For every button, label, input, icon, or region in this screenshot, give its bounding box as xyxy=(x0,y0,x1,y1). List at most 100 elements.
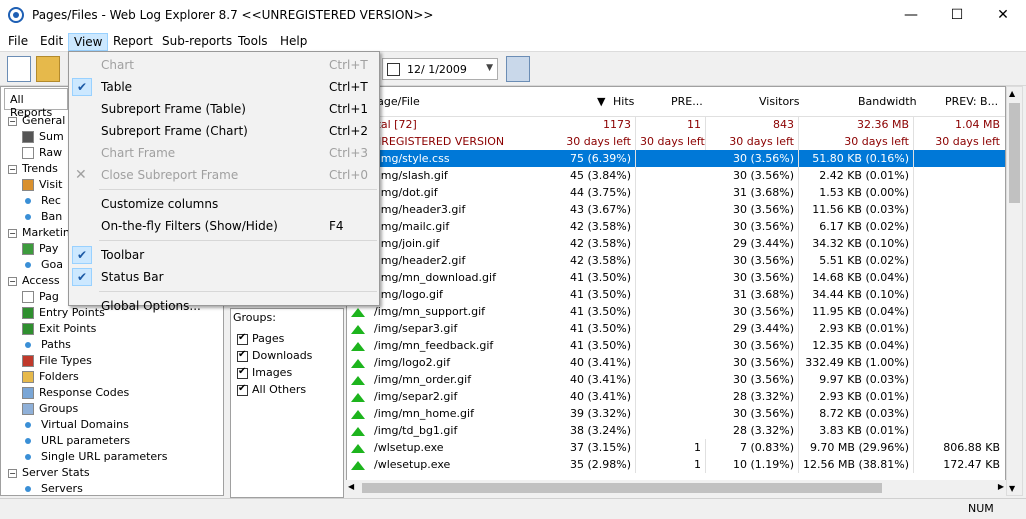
table-row[interactable]: /img/mn_download.gif 41 (3.50%) 30 (3.56%)… xyxy=(347,269,1005,286)
col-prev-bandwidth[interactable]: PREV: B... xyxy=(939,87,1004,117)
view-menu-item[interactable]: Subreport Frame (Chart) Ctrl+2 xyxy=(69,120,379,142)
menu-view[interactable]: View xyxy=(68,33,109,51)
col-visitors[interactable]: Visitors xyxy=(753,87,805,117)
scroll-left-icon[interactable]: ◀ xyxy=(348,482,354,491)
view-menu-item[interactable]: ✔ Table Ctrl+T xyxy=(69,76,379,98)
checkbox-icon[interactable] xyxy=(237,349,248,362)
table-row[interactable]: /img/mn_order.gif 40 (3.41%) 30 (3.56%) 9.9… xyxy=(347,371,1005,388)
table-cell: 806.88 KB xyxy=(943,441,1000,454)
table-row[interactable]: /img/separ2.gif 40 (3.41%) 28 (3.32%) 2.93 … xyxy=(347,388,1005,405)
table-cell: 8.72 KB (0.03%) xyxy=(799,405,914,422)
table-row[interactable]: /img/separ3.gif 41 (3.50%) 29 (3.44%) 2.93 … xyxy=(347,320,1005,337)
tree-item-label: Trends xyxy=(22,162,58,175)
checkbox-icon[interactable] xyxy=(237,383,248,396)
menu-sub-reports[interactable]: Sub-reports xyxy=(157,33,237,51)
table-cell: 6.17 KB (0.02%) xyxy=(799,218,914,235)
vertical-scrollbar[interactable]: ▲ ▼ xyxy=(1006,86,1023,496)
menu-help[interactable]: Help xyxy=(275,33,312,51)
table-cell: /img/separ2.gif xyxy=(347,388,539,405)
tree-item[interactable]: Groups xyxy=(8,401,222,417)
table-row[interactable]: /img/style.css 75 (6.39%) 30 (3.56%) 51.80 … xyxy=(347,150,1005,167)
table-row[interactable]: /wlesetup.exe 35 (2.98%) 1 10 (1.19%) 12.56 … xyxy=(347,456,1005,473)
menu-tools[interactable]: Tools xyxy=(233,33,273,51)
table-row[interactable]: /img/slash.gif 45 (3.84%) 30 (3.56%) 2.42 K… xyxy=(347,167,1005,184)
hscroll-thumb[interactable] xyxy=(362,483,882,493)
tree-item[interactable]: Single URL parameters xyxy=(8,449,222,465)
col-bandwidth[interactable]: Bandwidth xyxy=(852,87,923,117)
close-button[interactable]: ✕ xyxy=(980,0,1026,31)
open-folder-icon[interactable] xyxy=(36,56,60,82)
menu-file[interactable]: File xyxy=(3,33,33,51)
chevron-down-icon[interactable]: ▼ xyxy=(486,63,493,73)
grid-view-icon[interactable] xyxy=(506,56,530,82)
tree-item-label: Response Codes xyxy=(39,386,130,399)
group-all-others[interactable]: All Others xyxy=(237,383,306,396)
window-title: Pages/Files - Web Log Explorer 8.7 <<UNR… xyxy=(32,8,434,22)
view-menu-item[interactable]: Global Options... xyxy=(69,295,379,317)
table-cell: 41 (3.50%) xyxy=(539,286,636,303)
table-cell: 43 (3.67%) xyxy=(539,201,636,218)
view-menu-item[interactable]: Customize columns xyxy=(69,193,379,215)
collapse-icon: − xyxy=(8,116,17,126)
horizontal-scrollbar[interactable]: ◀ ▶ xyxy=(346,480,1006,496)
group-images[interactable]: Images xyxy=(237,366,292,379)
table-row[interactable]: /img/header2.gif 42 (3.58%) 30 (3.56%) 5.51… xyxy=(347,252,1005,269)
tree-item[interactable]: Servers xyxy=(8,481,222,496)
scroll-right-icon[interactable]: ▶ xyxy=(998,482,1004,491)
table-row[interactable]: /img/td_bg1.gif 38 (3.24%) 28 (3.32%) 3.83 … xyxy=(347,422,1005,439)
table-row[interactable]: /img/mn_support.gif 41 (3.50%) 30 (3.56%) 1… xyxy=(347,303,1005,320)
table-row[interactable]: /img/join.gif 42 (3.58%) 29 (3.44%) 34.32 K… xyxy=(347,235,1005,252)
view-menu-item[interactable]: On-the-fly Filters (Show/Hide) F4 xyxy=(69,215,379,237)
tree-item[interactable]: URL parameters xyxy=(8,433,222,449)
tree-item[interactable]: Exit Points xyxy=(8,321,222,337)
table-row[interactable]: /img/logo2.gif 40 (3.41%) 30 (3.56%) 332.49… xyxy=(347,354,1005,371)
group-downloads[interactable]: Downloads xyxy=(237,349,312,362)
table-cell: /wlsetup.exe xyxy=(347,439,539,456)
tab-all-reports[interactable]: All Reports xyxy=(4,88,68,119)
menu-edit[interactable]: Edit xyxy=(35,33,68,51)
table-cell: 42 (3.58%) xyxy=(539,252,636,269)
cell-text: /img/slash.gif xyxy=(374,169,448,182)
scroll-thumb[interactable] xyxy=(1009,103,1020,203)
cell-text: /img/logo.gif xyxy=(374,288,443,301)
table-row[interactable]: /img/mn_home.gif 39 (3.32%) 30 (3.56%) 8.72… xyxy=(347,405,1005,422)
doc-icon xyxy=(22,291,34,303)
person-icon xyxy=(22,179,34,191)
view-menu-item[interactable]: ✔ Status Bar xyxy=(69,266,379,288)
tree-item[interactable]: Folders xyxy=(8,369,222,385)
minimize-button[interactable]: — xyxy=(888,0,934,31)
tree-item[interactable]: Virtual Domains xyxy=(8,417,222,433)
table-row[interactable]: /img/logo.gif 41 (3.50%) 31 (3.68%) 34.44 K… xyxy=(347,286,1005,303)
checkbox-icon[interactable] xyxy=(237,332,248,345)
col-prev-hits[interactable]: PRE... xyxy=(665,87,709,117)
table-cell: 2.42 KB (0.01%) xyxy=(799,167,914,184)
table-row[interactable]: /img/mailc.gif 42 (3.58%) 30 (3.56%) 6.17 K… xyxy=(347,218,1005,235)
view-menu-item[interactable]: Subreport Frame (Table) Ctrl+1 xyxy=(69,98,379,120)
cell-text: /img/header3.gif xyxy=(374,203,466,216)
date-checkbox[interactable] xyxy=(387,63,400,76)
menu-report[interactable]: Report xyxy=(108,33,158,51)
arrow-icon xyxy=(22,307,34,319)
checkbox-icon[interactable] xyxy=(237,366,248,379)
tree-item[interactable]: File Types xyxy=(8,353,222,369)
table-cell: /img/td_bg1.gif xyxy=(347,422,539,439)
trend-up-icon xyxy=(351,341,365,351)
table-cell: 14.68 KB (0.04%) xyxy=(799,269,914,286)
scroll-down-icon[interactable]: ▼ xyxy=(1009,484,1015,493)
tree-item[interactable]: Paths xyxy=(8,337,222,353)
table-row[interactable]: /wlsetup.exe 37 (3.15%) 1 7 (0.83%) 9.70 MB … xyxy=(347,439,1005,456)
table-row[interactable]: /img/dot.gif 44 (3.75%) 31 (3.68%) 1.53 KB … xyxy=(347,184,1005,201)
table-row[interactable]: /img/header3.gif 43 (3.67%) 30 (3.56%) 11.5… xyxy=(347,201,1005,218)
new-report-icon[interactable] xyxy=(7,56,31,82)
tree-item[interactable]: Response Codes xyxy=(8,385,222,401)
group-pages[interactable]: Pages xyxy=(237,332,284,345)
date-picker[interactable]: 12/ 1/2009 ▼ xyxy=(382,58,498,80)
table-cell: 30 (3.56%) xyxy=(706,303,799,320)
scroll-up-icon[interactable]: ▲ xyxy=(1009,89,1015,98)
tree-item[interactable]: − Server Stats xyxy=(8,465,222,481)
table-row[interactable]: /img/mn_feedback.gif 41 (3.50%) 30 (3.56%)… xyxy=(347,337,1005,354)
grid-icon xyxy=(22,403,34,415)
view-menu-item[interactable]: ✔ Toolbar xyxy=(69,244,379,266)
col-hits[interactable]: Hits xyxy=(607,87,640,117)
maximize-button[interactable]: ☐ xyxy=(934,0,980,31)
